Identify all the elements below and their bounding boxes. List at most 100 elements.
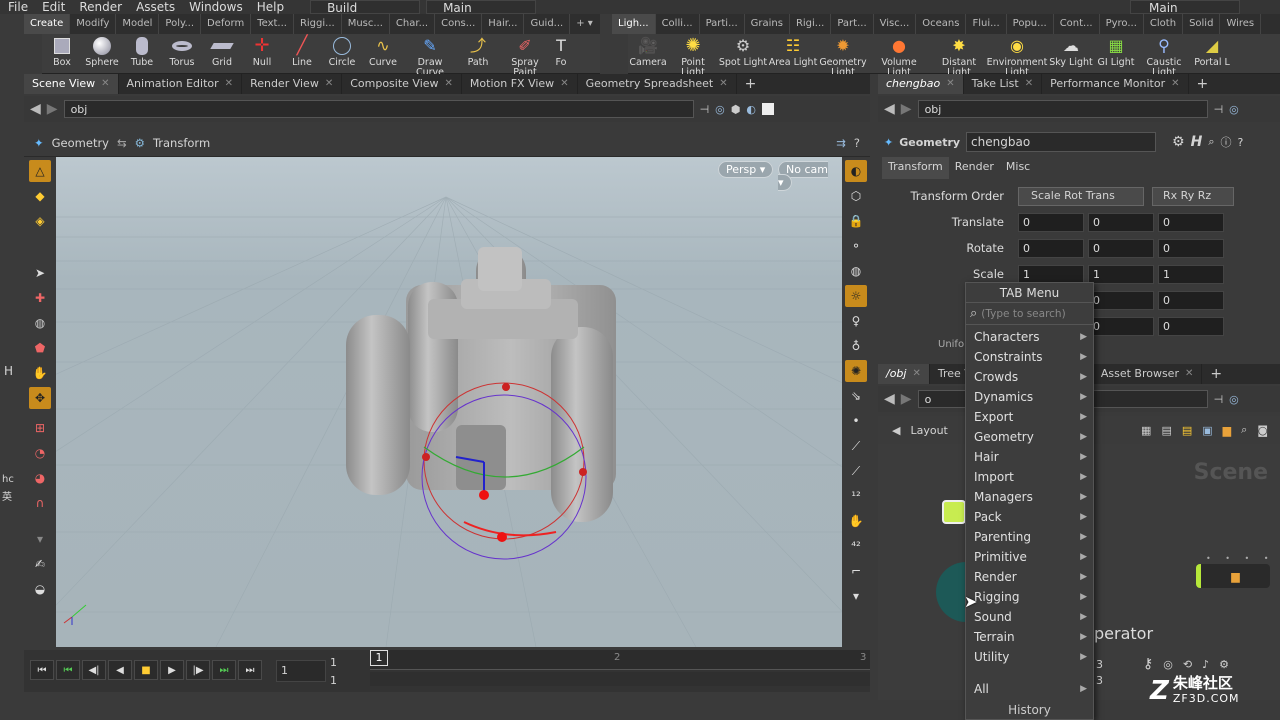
pose-tool-icon[interactable]: ✋ [29, 362, 51, 384]
menu-item-managers[interactable]: Managers ▶ [966, 487, 1093, 507]
shelf-tab-rigging[interactable]: Riggi... [294, 14, 342, 34]
tab-render-view[interactable]: Render View ✕ [242, 74, 343, 94]
tool-distant-light[interactable]: ✸ Distant Light [930, 34, 988, 78]
bulb-icon[interactable]: ♀ [845, 310, 867, 332]
view-cube-icon[interactable]: ⬢ [731, 103, 741, 116]
dot-icon[interactable]: • [845, 410, 867, 432]
shelf-tab-grains[interactable]: Grains [745, 14, 790, 34]
rotate-handle-icon[interactable]: ◍ [29, 312, 51, 334]
chevron-down-icon[interactable]: ▾ [29, 528, 51, 550]
shelf-tab-part[interactable]: Part... [831, 14, 874, 34]
link-icon[interactable]: ◎ [1229, 393, 1239, 406]
pivot-rz-field[interactable]: 0 [1158, 316, 1224, 336]
list-view-icon[interactable]: ▤ [1161, 424, 1171, 437]
close-icon[interactable]: ✕ [560, 74, 568, 94]
shelf-tab-poly[interactable]: Poly... [159, 14, 202, 34]
tool-spot-light[interactable]: ⚙ Spot Light [718, 34, 768, 68]
tool-point-light[interactable]: ✺ Point Light [668, 34, 718, 78]
audio-icon[interactable]: ◎ [1163, 658, 1173, 671]
shelf-tab-guide[interactable]: Guid... [524, 14, 571, 34]
tab-composite-view[interactable]: Composite View ✕ [342, 74, 462, 94]
chengbao-node[interactable]: ▆ [1196, 564, 1270, 588]
magnet-icon[interactable]: ∩ [29, 492, 51, 514]
camera-lock-icon[interactable]: ⚬ [845, 235, 867, 257]
back-arrow-icon[interactable]: ◀ [884, 101, 895, 117]
select-tool-icon[interactable]: △ [29, 160, 51, 182]
shelf-tab-collisions[interactable]: Colli... [656, 14, 700, 34]
param-tab-transform[interactable]: Transform [882, 157, 949, 179]
add-tab-icon[interactable]: + [737, 74, 765, 94]
measure-icon[interactable]: ⟋ [845, 435, 867, 457]
move-tool-icon[interactable]: ◆ [29, 185, 51, 207]
menu-item-terrain[interactable]: Terrain ▶ [966, 627, 1093, 647]
context-transform-label[interactable]: Transform [153, 136, 210, 150]
scale-icon[interactable]: ⁴² [845, 535, 867, 557]
menu-windows[interactable]: Windows [189, 0, 243, 14]
shelf-tab-pyro[interactable]: Pyro... [1100, 14, 1144, 34]
param-tab-render[interactable]: Render [949, 157, 1000, 179]
tool-camera[interactable]: 🎥 Camera [628, 34, 668, 68]
right-path-field[interactable]: obj [917, 100, 1208, 118]
grid-view-icon[interactable]: ▦ [1141, 424, 1151, 437]
menu-edit[interactable]: Edit [42, 0, 65, 14]
pin-icon[interactable]: ⊣ [1214, 393, 1224, 406]
geo-node[interactable] [942, 500, 966, 524]
menu-item-rigging[interactable]: Rigging ▶ [966, 587, 1093, 607]
scale-y-field[interactable]: 1 [1088, 264, 1154, 284]
close-icon[interactable]: ✕ [101, 74, 109, 94]
tab-network-obj[interactable]: /obj ✕ [878, 364, 930, 384]
stop-icon[interactable]: ■ [134, 660, 158, 680]
back-arrow-icon[interactable]: ◀ [30, 101, 41, 117]
tool-font[interactable]: T Fo [550, 34, 572, 68]
light-icon[interactable]: ☼ [845, 285, 867, 307]
jump-end-icon[interactable]: ⏭ [238, 660, 262, 680]
handle-tool-icon[interactable]: ✥ [29, 387, 51, 409]
tab-asset-browser[interactable]: Asset Browser ✕ [1093, 364, 1203, 384]
tab-parameters[interactable]: chengbao ✕ [878, 74, 964, 94]
pivot-y-field[interactable]: 0 [1088, 290, 1154, 310]
snap-point-icon[interactable]: ◕ [29, 467, 51, 489]
shelf-tab-cloth[interactable]: Cloth [1144, 14, 1184, 34]
tool-sphere[interactable]: Sphere [82, 34, 122, 68]
lightbulb-icon[interactable]: ♁ [845, 335, 867, 357]
node-name-field[interactable]: chengbao [966, 132, 1157, 152]
scale-handle-icon[interactable]: ⬟ [29, 337, 51, 359]
shelf-add-icon[interactable]: + ▾ [570, 14, 599, 34]
search-icon[interactable]: ⌕ [1241, 423, 1247, 437]
shelf-tab-model[interactable]: Model [116, 14, 160, 34]
menu-item-characters[interactable]: Characters ▶ [966, 327, 1093, 347]
close-icon[interactable]: ✕ [912, 364, 920, 384]
shelf-tab-muscle[interactable]: Musc... [342, 14, 390, 34]
corner-icon[interactable]: ⌐ [845, 560, 867, 582]
shelf-tab-wires[interactable]: Wires [1220, 14, 1262, 34]
menu-help[interactable]: Help [257, 0, 284, 14]
tab-animation-editor[interactable]: Animation Editor ✕ [119, 74, 243, 94]
close-icon[interactable]: ✕ [325, 74, 333, 94]
loop-icon[interactable]: ⟲ [1183, 658, 1192, 671]
brush-icon[interactable]: ✍ [29, 553, 51, 575]
menu-item-history[interactable]: History [966, 703, 1093, 717]
param-tab-misc[interactable]: Misc [1000, 157, 1036, 179]
tab-performance-monitor[interactable]: Performance Monitor ✕ [1042, 74, 1189, 94]
play-icon[interactable]: ▶ [160, 660, 184, 680]
swap-icon[interactable]: ⇆ [117, 136, 127, 150]
key-icon[interactable]: ⚷ [1143, 656, 1153, 672]
translate-x-field[interactable]: 0 [1018, 212, 1084, 232]
add-tab-icon[interactable]: + [1202, 364, 1230, 384]
menu-item-sound[interactable]: Sound ▶ [966, 607, 1093, 627]
step-forward-key-icon[interactable]: ⏭ [212, 660, 236, 680]
scene-viewport[interactable]: Persp ▾ No cam ▾ [56, 157, 842, 647]
rotate-order-select[interactable]: Rx Ry Rz [1152, 186, 1234, 206]
menu-item-utility[interactable]: Utility ▶ [966, 647, 1093, 667]
forward-arrow-icon[interactable]: ▶ [901, 391, 912, 407]
camera-icon[interactable]: ◙ [1257, 424, 1268, 437]
close-icon[interactable]: ✕ [1171, 74, 1179, 94]
tab-geometry-spreadsheet[interactable]: Geometry Spreadsheet ✕ [578, 74, 737, 94]
pointer-icon[interactable]: ➤ [29, 262, 51, 284]
close-icon[interactable]: ✕ [1185, 364, 1193, 384]
wireframe-icon[interactable]: ⬡ [845, 185, 867, 207]
help-h-icon[interactable]: H [1191, 134, 1203, 150]
pivot-ry-field[interactable]: 0 [1088, 316, 1154, 336]
shelf-tab-deform[interactable]: Deform [201, 14, 252, 34]
tool-grid[interactable]: Grid [202, 34, 242, 68]
